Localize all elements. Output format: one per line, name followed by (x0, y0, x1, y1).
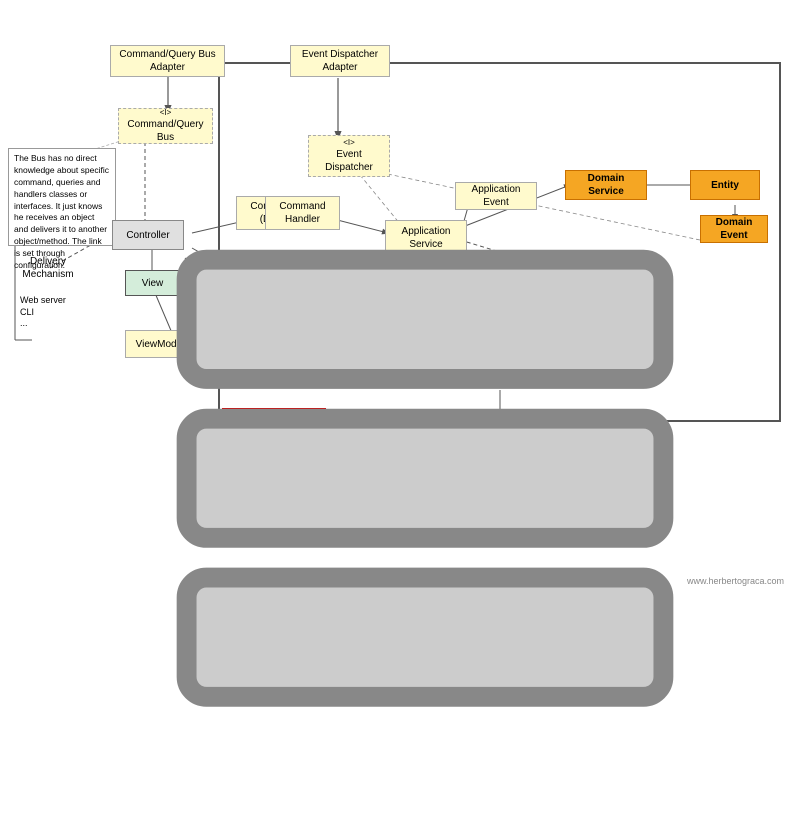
watermark: www.herbertograca.com (687, 576, 784, 586)
domain-service: Domain Service (565, 170, 647, 200)
command-query-bus: <I>Command/QueryBus (118, 108, 213, 144)
command-query-bus-adapter: Command/Query Bus Adapter (110, 45, 225, 77)
entity: Entity (690, 170, 760, 200)
event-dispatcher-adapter: Event Dispatcher Adapter (290, 45, 390, 77)
event-dispatcher: <I>EventDispatcher (308, 135, 390, 177)
server-icon (28, 220, 56, 250)
application-event: Application Event (455, 182, 537, 210)
diagram: Application Core (0, 0, 794, 596)
